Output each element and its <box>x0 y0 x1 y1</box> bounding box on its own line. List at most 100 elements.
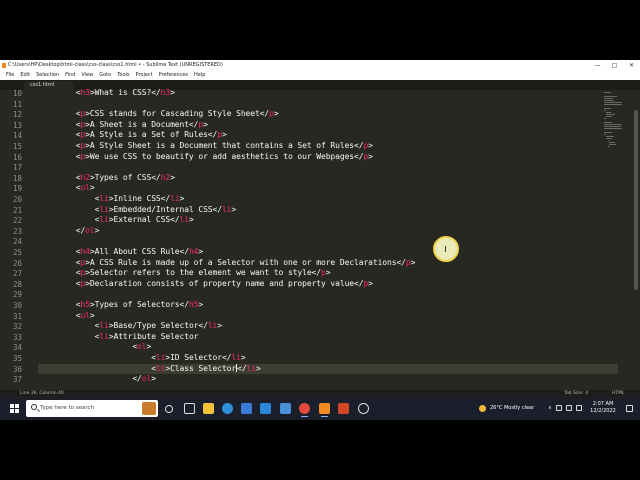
mouse-cursor-highlight-icon <box>433 236 459 262</box>
minimap-line <box>604 110 606 111</box>
menu-preferences[interactable]: Preferences <box>159 71 188 80</box>
minimize-button[interactable]: — <box>589 60 606 71</box>
code-text: <ol> <box>38 342 152 352</box>
volume-icon[interactable] <box>576 405 582 411</box>
menu-project[interactable]: Project <box>136 71 153 80</box>
edge-browser-icon[interactable] <box>222 403 233 414</box>
minimap-line <box>604 104 623 105</box>
code-line[interactable]: </ol> <box>38 225 100 237</box>
vertical-scrollbar[interactable] <box>634 110 638 290</box>
menu-view[interactable]: View <box>81 71 93 80</box>
clock-time: 2:07 AM <box>592 401 614 407</box>
minimap-line <box>605 112 612 113</box>
code-line[interactable]: <p>A CSS Rule is made up of a Selector w… <box>38 257 416 269</box>
minimap-line <box>604 92 611 93</box>
file-explorer-icon[interactable] <box>203 403 214 414</box>
minimap-line <box>604 126 621 127</box>
task-view-icon[interactable] <box>184 403 195 414</box>
powerpoint-icon[interactable] <box>338 403 349 414</box>
code-text: <h4>All About CSS Rule</h4> <box>38 247 204 256</box>
code-line[interactable]: <li>Attribute Selector <box>38 331 199 343</box>
menu-file[interactable]: File <box>6 71 14 80</box>
system-clock[interactable]: 2:07 AM 12/2/2022 <box>588 401 618 415</box>
code-line[interactable]: <ul> <box>38 311 95 322</box>
status-bar: Line 36, Column 40 Tab Size: 4 HTML <box>0 390 640 397</box>
search-icon <box>31 404 37 410</box>
sublime-text-icon[interactable] <box>319 403 330 417</box>
code-line[interactable]: <p>Declaration consists of property name… <box>38 279 373 290</box>
code-line[interactable]: <li>Inline CSS</li> <box>38 194 185 205</box>
minimap-line <box>604 96 618 97</box>
minimap-line <box>609 142 616 143</box>
minimap[interactable] <box>602 92 623 152</box>
clock-date: 12/2/2022 <box>590 408 616 414</box>
code-line[interactable]: <p>We use CSS to beautify or add aesthet… <box>38 152 373 163</box>
code-line[interactable]: <h2>Types of CSS</h2> <box>38 173 175 184</box>
code-text: <ul> <box>38 310 95 320</box>
chevron-up-icon[interactable]: ∧ <box>548 405 552 411</box>
code-text: <li>Attribute Selector <box>38 331 199 341</box>
title-bar[interactable]: C:\Users\HP\Desktop\html-class\css-class… <box>0 60 640 71</box>
code-line[interactable]: <p>A Style Sheet is a Document that cont… <box>38 141 373 152</box>
code-text: <p>A Style Sheet is a Document that cont… <box>38 141 373 150</box>
weather-icon[interactable] <box>479 405 486 412</box>
store-icon[interactable] <box>241 403 252 414</box>
code-line[interactable]: <li>Class Selector</li> <box>38 363 618 375</box>
desktop-screen: C:\Users\HP\Desktop\html-class\css-class… <box>0 60 640 420</box>
battery-icon[interactable] <box>556 405 562 411</box>
minimap-line <box>605 114 615 115</box>
code-text: <p>A CSS Rule is made up of a Selector w… <box>38 257 416 267</box>
recorder-icon[interactable] <box>358 403 369 414</box>
weather-text[interactable]: 26°C Mostly clear <box>490 397 534 420</box>
code-line[interactable]: <h3>What is CSS?</h3> <box>38 88 175 99</box>
code-text: <h3>What is CSS?</h3> <box>38 88 175 97</box>
menu-tools[interactable]: Tools <box>117 71 129 80</box>
taskbar-search-box[interactable]: Type here to search <box>26 400 158 417</box>
code-line[interactable]: <p>CSS stands for Cascading Style Sheet<… <box>38 109 279 120</box>
code-area[interactable]: <h3>What is CSS?</h3> <p>CSS stands for … <box>0 88 618 411</box>
minimap-line <box>604 132 613 133</box>
code-text: <li>Embedded/Internal CSS</li> <box>38 204 237 214</box>
code-line[interactable]: <li>ID Selector</li> <box>38 353 245 364</box>
code-text: </ol> <box>38 374 156 384</box>
code-line[interactable]: <h5>Types of Selectors</h5> <box>38 300 203 311</box>
code-line[interactable]: <h4>All About CSS Rule</h4> <box>38 247 203 258</box>
syntax-indicator[interactable]: HTML <box>612 390 625 397</box>
cortana-icon[interactable] <box>165 405 173 413</box>
search-placeholder: Type here to search <box>40 405 95 411</box>
code-text: </ol> <box>38 225 100 235</box>
menu-goto[interactable]: Goto <box>99 71 111 80</box>
chrome-icon[interactable] <box>299 403 310 417</box>
network-icon[interactable] <box>566 405 572 411</box>
minimap-line <box>605 136 614 137</box>
windows-start-icon[interactable] <box>10 404 19 413</box>
menu-help[interactable]: Help <box>194 71 205 80</box>
cursor-position: Line 36, Column 40 <box>20 391 64 396</box>
code-line[interactable]: <p>A Sheet is a Document</p> <box>38 120 208 131</box>
windows-taskbar: Type here to search 26°C Mostly clear ∧ … <box>0 397 640 420</box>
vscode-icon[interactable] <box>280 403 291 414</box>
code-line[interactable]: <li>External CSS</li> <box>38 215 194 226</box>
code-line[interactable]: <p>A Style is a Set of Rules</p> <box>38 130 227 141</box>
tab-size-indicator[interactable]: Tab Size: 4 <box>564 390 588 397</box>
close-button[interactable]: ✕ <box>623 60 640 71</box>
code-editor[interactable]: 10 11 12 13 14 15 16 17 18 19 20 21 22 23 24 25 26 27 28 29… <box>0 88 640 411</box>
code-line[interactable]: <li>Embedded/Internal CSS</li> <box>38 204 237 216</box>
code-line[interactable]: <ol> <box>38 342 151 353</box>
search-highlight-icon[interactable] <box>142 402 156 415</box>
maximize-button[interactable]: □ <box>606 60 623 71</box>
mail-icon[interactable] <box>260 403 271 414</box>
minimap-line <box>604 98 613 99</box>
menu-edit[interactable]: Edit <box>20 71 30 80</box>
code-line[interactable]: <ol> <box>38 183 95 194</box>
menu-bar: File Edit Selection Find View Goto Tools… <box>0 71 640 80</box>
notification-icon[interactable] <box>626 405 633 412</box>
menu-selection[interactable]: Selection <box>36 71 59 80</box>
code-text: <li>Base/Type Selector</li> <box>38 321 222 331</box>
window-title: C:\Users\HP\Desktop\html-class\css-class… <box>8 62 223 68</box>
code-line[interactable]: <li>Base/Type Selector</li> <box>38 321 222 332</box>
code-line[interactable]: </ol> <box>38 374 156 385</box>
minimap-line <box>604 124 623 125</box>
code-line[interactable]: <p>Selector refers to the element we wan… <box>38 268 331 279</box>
menu-find[interactable]: Find <box>65 71 75 80</box>
